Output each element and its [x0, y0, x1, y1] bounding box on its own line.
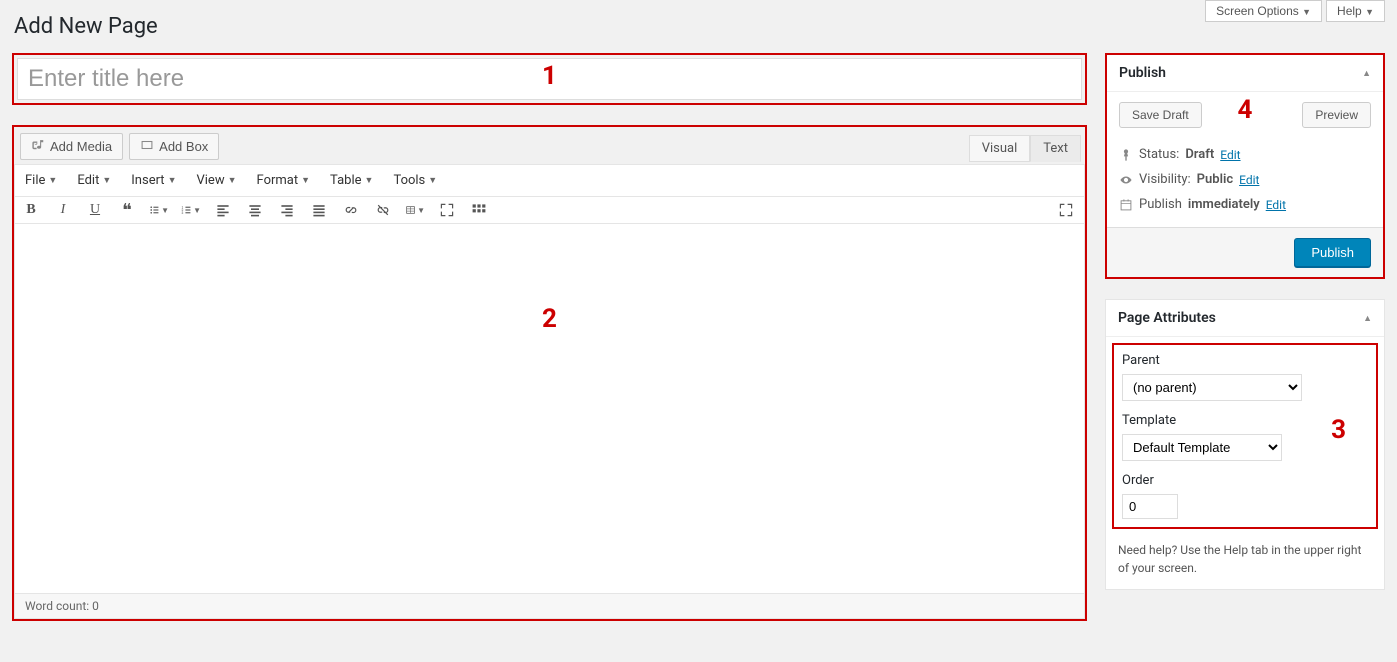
help-label: Help — [1337, 4, 1362, 18]
blockquote-button[interactable]: ❝ — [117, 200, 137, 220]
attributes-fields: 3 Parent (no parent) Template Default Te… — [1112, 343, 1378, 529]
save-draft-button[interactable]: Save Draft — [1119, 102, 1202, 128]
editor-status-bar: Word count: 0 — [14, 594, 1085, 619]
page-attributes-postbox: Page Attributes ▲ 3 Parent (no parent) T… — [1105, 299, 1385, 590]
status-label: Status: — [1139, 147, 1179, 162]
menu-edit[interactable]: Edit▼ — [75, 169, 113, 192]
caret-down-icon: ▼ — [1302, 7, 1311, 17]
caret-down-icon: ▼ — [1365, 7, 1374, 17]
page-title: Add New Page — [0, 0, 1397, 45]
link-button[interactable] — [341, 200, 361, 220]
align-right-button[interactable] — [277, 200, 297, 220]
caret-down-icon: ▼ — [102, 175, 111, 186]
svg-text:3: 3 — [182, 211, 184, 215]
fullscreen-button[interactable] — [437, 200, 457, 220]
order-label: Order — [1122, 473, 1368, 488]
caret-down-icon: ▼ — [168, 175, 177, 186]
pin-icon — [1119, 148, 1133, 162]
eye-icon — [1119, 173, 1133, 187]
toggle-icon[interactable]: ▲ — [1363, 313, 1372, 324]
toggle-icon[interactable]: ▲ — [1362, 68, 1371, 79]
align-center-button[interactable] — [245, 200, 265, 220]
editor-toolbar: B I U ❝ ▼ 123▼ ▼ — [14, 196, 1085, 224]
page-attributes-heading: Page Attributes ▲ — [1106, 300, 1384, 337]
add-box-button[interactable]: Add Box — [129, 133, 219, 160]
publish-heading: Publish ▲ — [1107, 55, 1383, 92]
menu-table[interactable]: Table▼ — [328, 169, 375, 192]
bold-button[interactable]: B — [21, 200, 41, 220]
title-input[interactable] — [17, 58, 1082, 100]
publish-button[interactable]: Publish — [1294, 238, 1371, 267]
publish-postbox: 4 Publish ▲ Save Draft Preview Status: D… — [1105, 53, 1385, 279]
caret-down-icon: ▼ — [428, 175, 437, 186]
caret-down-icon: ▼ — [417, 206, 425, 215]
preview-button[interactable]: Preview — [1302, 102, 1371, 128]
edit-schedule-link[interactable]: Edit — [1266, 198, 1286, 212]
tab-visual[interactable]: Visual — [969, 135, 1031, 162]
visibility-label: Visibility: — [1139, 172, 1191, 187]
editor-menu-bar: File▼ Edit▼ Insert▼ View▼ Format▼ Table▼… — [14, 164, 1085, 196]
add-media-button[interactable]: Add Media — [20, 133, 123, 160]
attributes-help-text: Need help? Use the Help tab in the upper… — [1106, 535, 1384, 589]
unlink-button[interactable] — [373, 200, 393, 220]
tab-text[interactable]: Text — [1030, 135, 1081, 162]
menu-insert[interactable]: Insert▼ — [129, 169, 178, 192]
schedule-label: Publish — [1139, 197, 1182, 212]
add-media-label: Add Media — [50, 139, 112, 154]
parent-select[interactable]: (no parent) — [1122, 374, 1302, 401]
menu-file[interactable]: File▼ — [23, 169, 59, 192]
schedule-value: immediately — [1188, 197, 1260, 212]
caret-down-icon: ▼ — [161, 206, 169, 215]
media-toolbar: Add Media Add Box Visual Text — [14, 127, 1085, 164]
italic-button[interactable]: I — [53, 200, 73, 220]
annotation-2: 2 — [542, 304, 557, 334]
parent-label: Parent — [1122, 353, 1368, 368]
status-value: Draft — [1185, 147, 1214, 162]
caret-down-icon: ▼ — [228, 175, 237, 186]
screen-options-button[interactable]: Screen Options ▼ — [1205, 0, 1322, 22]
number-list-button[interactable]: 123▼ — [181, 200, 201, 220]
screen-options-label: Screen Options — [1216, 4, 1299, 18]
template-select[interactable]: Default Template — [1122, 434, 1282, 461]
table-button[interactable]: ▼ — [405, 200, 425, 220]
edit-visibility-link[interactable]: Edit — [1239, 173, 1259, 187]
visibility-value: Public — [1197, 172, 1233, 187]
template-label: Template — [1122, 413, 1368, 428]
editor-section: Add Media Add Box Visual Text File▼ Edit… — [12, 125, 1087, 621]
distraction-free-button[interactable] — [1056, 200, 1076, 220]
menu-view[interactable]: View▼ — [194, 169, 238, 192]
toolbar-toggle-button[interactable] — [469, 200, 489, 220]
underline-button[interactable]: U — [85, 200, 105, 220]
edit-status-link[interactable]: Edit — [1220, 148, 1240, 162]
menu-format[interactable]: Format▼ — [255, 169, 313, 192]
calendar-icon — [1119, 198, 1133, 212]
align-left-button[interactable] — [213, 200, 233, 220]
editor-content-area[interactable]: 2 — [14, 224, 1085, 594]
add-box-label: Add Box — [159, 139, 208, 154]
camera-music-icon — [31, 138, 45, 155]
bullet-list-button[interactable]: ▼ — [149, 200, 169, 220]
help-button[interactable]: Help ▼ — [1326, 0, 1385, 22]
box-icon — [140, 138, 154, 155]
title-section: 1 — [12, 53, 1087, 105]
caret-down-icon: ▼ — [301, 175, 310, 186]
caret-down-icon: ▼ — [48, 175, 57, 186]
caret-down-icon: ▼ — [365, 175, 374, 186]
menu-tools[interactable]: Tools▼ — [391, 169, 439, 192]
caret-down-icon: ▼ — [193, 206, 201, 215]
order-input[interactable] — [1122, 494, 1178, 519]
align-justify-button[interactable] — [309, 200, 329, 220]
